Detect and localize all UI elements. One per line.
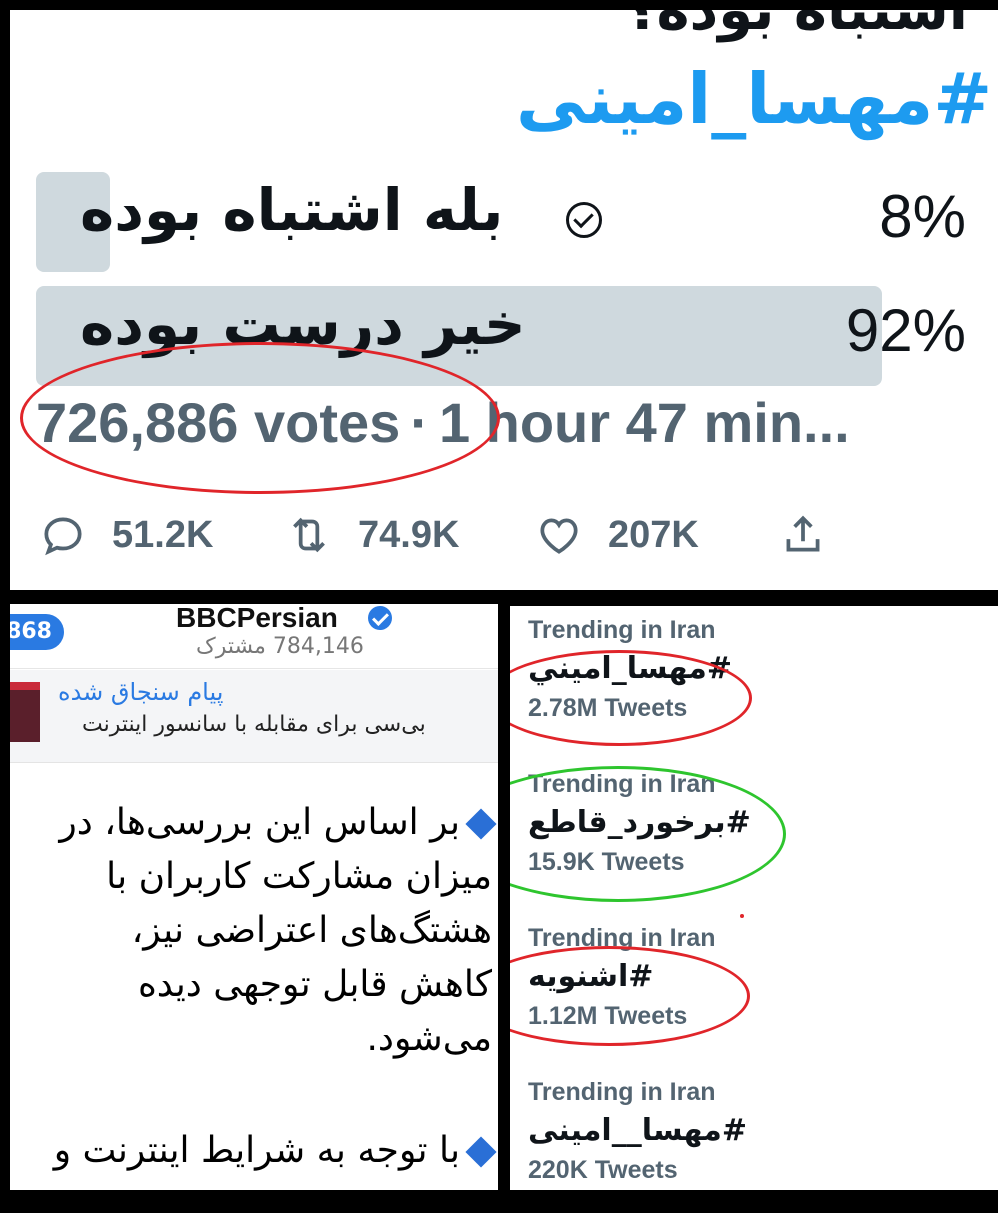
poll-tweet-panel: اشتباه بوده؟ #مهسا_امینی بله اشتباه بوده… xyxy=(10,10,998,590)
subscriber-count: 784,146 مشترک xyxy=(196,634,364,659)
message-paragraph: بر اساس این بررسی‌ها، در میزان مشارکت کا… xyxy=(59,796,497,1066)
like-icon xyxy=(540,518,578,554)
like-button[interactable]: 207K xyxy=(534,510,699,560)
paragraph-line: می‌شود. xyxy=(366,1018,492,1059)
message-paragraph: با توجه به شرایط اینترنت و xyxy=(54,1124,497,1178)
pinned-message[interactable]: پیام سنجاق شده بی‌سی برای مقابله با سانس… xyxy=(10,670,498,763)
verified-icon xyxy=(368,606,392,630)
poll-option-label: خیر درست بوده xyxy=(80,290,526,358)
red-dot-mark xyxy=(740,914,744,918)
paragraph-line: با توجه به شرایط اینترنت و xyxy=(54,1124,497,1178)
paragraph-line: هشتگ‌های اعتراضی نیز، xyxy=(131,910,492,951)
pinned-thumbnail xyxy=(10,682,40,742)
trend-tweet-count: 1.12M Tweets xyxy=(528,1002,688,1030)
poll-option-percent: 8% xyxy=(879,183,966,250)
reply-count: 51.2K xyxy=(112,513,214,556)
trend-location: Trending in Iran xyxy=(528,770,716,798)
poll-option-label: بله اشتباه بوده xyxy=(80,176,504,244)
poll-option-2: خیر درست بوده 92% xyxy=(36,286,966,386)
tweet-text-cropped: اشتباه بوده؟ xyxy=(624,10,968,43)
trend-tweet-count: 15.9K Tweets xyxy=(528,848,685,876)
trend-item[interactable]: Trending in Iran #اشنويه 1.12M Tweets xyxy=(528,924,988,1031)
trend-location: Trending in Iran xyxy=(528,924,716,952)
poll-option-percent: 92% xyxy=(845,297,966,364)
vote-count: 726,886 votes xyxy=(36,391,401,454)
reply-button[interactable]: 51.2K xyxy=(38,510,213,560)
trend-item[interactable]: Trending in Iran #مهسا_اميني 2.78M Tweet… xyxy=(528,616,988,723)
meta-separator: · xyxy=(410,391,429,454)
trend-hashtag: #برخورد_قاطع xyxy=(528,805,751,840)
like-count: 207K xyxy=(608,513,699,556)
time-left: 1 hour 47 min... xyxy=(438,391,850,454)
bbc-persian-panel: 868 BBCPersian 784,146 مشترک پیام سنجاق … xyxy=(10,604,498,1190)
trend-hashtag: #اشنويه xyxy=(528,959,654,994)
paragraph-line: میزان مشارکت کاربران با xyxy=(106,856,492,897)
share-button[interactable] xyxy=(778,510,828,560)
retweet-count: 74.9K xyxy=(358,513,460,556)
channel-name: BBCPersian xyxy=(176,604,338,633)
trend-location: Trending in Iran xyxy=(528,616,716,644)
blue-diamond-icon xyxy=(465,1136,497,1168)
retweet-button[interactable]: 74.9K xyxy=(284,510,459,560)
paragraph-line: بر اساس این بررسی‌ها، در xyxy=(59,796,497,850)
trend-hashtag: #مهسا_اميني xyxy=(528,651,733,686)
unread-badge[interactable]: 868 xyxy=(10,614,64,650)
pinned-text: بی‌سی برای مقابله با سانسور اینترنت xyxy=(82,712,426,737)
trending-panel: Trending in Iran #مهسا_اميني 2.78M Tweet… xyxy=(510,606,998,1190)
trend-hashtag: #مهسا__امینی xyxy=(528,1113,748,1148)
trend-tweet-count: 2.78M Tweets xyxy=(528,694,688,722)
trend-tweet-count: 220K Tweets xyxy=(528,1156,678,1184)
check-circle-icon xyxy=(566,202,602,238)
trend-location: Trending in Iran xyxy=(528,1078,716,1106)
paragraph-line: کاهش قابل توجهی دیده xyxy=(137,964,492,1005)
trend-item[interactable]: Trending in Iran #مهسا__امینی 220K Tweet… xyxy=(528,1078,988,1185)
trend-item[interactable]: Trending in Iran #برخورد_قاطع 15.9K Twee… xyxy=(528,770,988,877)
retweet-icon xyxy=(293,517,325,553)
share-icon xyxy=(786,515,820,552)
poll-meta: 726,886 votes · 1 hour 47 min... xyxy=(36,390,850,455)
poll-option-1: بله اشتباه بوده 8% xyxy=(36,172,966,272)
channel-header: 868 BBCPersian 784,146 مشترک xyxy=(10,604,498,669)
hashtag-link[interactable]: #مهسا_امینی xyxy=(516,58,992,140)
blue-diamond-icon xyxy=(465,808,497,840)
pinned-title: پیام سنجاق شده xyxy=(58,678,224,706)
reply-icon xyxy=(44,517,82,556)
